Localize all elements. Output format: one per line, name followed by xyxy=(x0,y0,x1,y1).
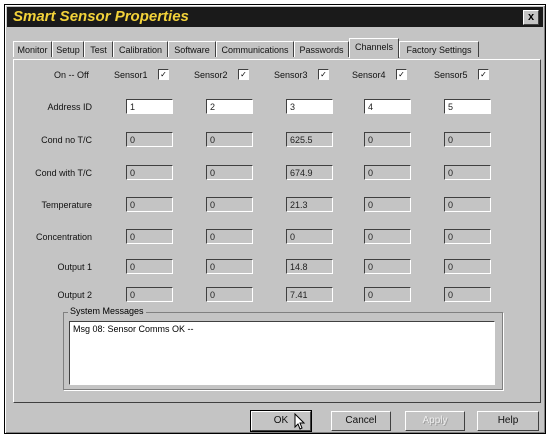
sensor1-temperature-field: 0 xyxy=(126,197,173,212)
sensor4-temperature-field: 0 xyxy=(364,197,411,212)
cond-with-tc-label: Cond with T/C xyxy=(35,168,92,178)
cond-no-tc-label: Cond no T/C xyxy=(41,135,92,145)
sensor2-address-field[interactable]: 2 xyxy=(206,99,253,114)
tab-factory-settings[interactable]: Factory Settings xyxy=(399,41,479,57)
close-button[interactable]: x xyxy=(523,10,539,25)
output2-label: Output 2 xyxy=(57,290,92,300)
tab-setup[interactable]: Setup xyxy=(52,41,84,57)
sensor2-label: Sensor2 xyxy=(194,70,228,80)
help-button[interactable]: Help xyxy=(477,411,539,431)
sensor4-cond-with-tc-field: 0 xyxy=(364,165,411,180)
sensor2-cond-with-tc-field: 0 xyxy=(206,165,253,180)
apply-button[interactable]: Apply xyxy=(405,411,465,431)
sensor2-temperature-field: 0 xyxy=(206,197,253,212)
tab-software[interactable]: Software xyxy=(168,41,216,57)
sensor2-checkbox[interactable]: ✓ xyxy=(238,69,249,80)
sensor3-label: Sensor3 xyxy=(274,70,308,80)
sensor3-cond-with-tc-field: 674.9 xyxy=(286,165,333,180)
sensor5-checkbox[interactable]: ✓ xyxy=(478,69,489,80)
sensor1-output1-field: 0 xyxy=(126,259,173,274)
sensor4-concentration-field: 0 xyxy=(364,229,411,244)
sensor3-temperature-field: 21.3 xyxy=(286,197,333,212)
sensor5-address-field[interactable]: 5 xyxy=(444,99,491,114)
sensor1-cond-with-tc-field: 0 xyxy=(126,165,173,180)
tab-calibration[interactable]: Calibration xyxy=(113,41,168,57)
sensor1-address-field[interactable]: 1 xyxy=(126,99,173,114)
system-messages-group: System Messages Msg 08: Sensor Comms OK … xyxy=(63,306,503,390)
sensor1-label: Sensor1 xyxy=(114,70,148,80)
sensor2-cond-no-tc-field: 0 xyxy=(206,132,253,147)
sensor5-label: Sensor5 xyxy=(434,70,468,80)
sensor4-address-field[interactable]: 4 xyxy=(364,99,411,114)
sensor2-output2-field: 0 xyxy=(206,287,253,302)
tab-test[interactable]: Test xyxy=(84,41,113,57)
tab-communications[interactable]: Communications xyxy=(216,41,294,57)
sensor4-output2-field: 0 xyxy=(364,287,411,302)
mouse-pointer-icon xyxy=(294,413,306,430)
sensor1-output2-field: 0 xyxy=(126,287,173,302)
on-off-label: On -- Off xyxy=(54,70,89,80)
sensor5-output1-field: 0 xyxy=(444,259,491,274)
sensor3-checkbox[interactable]: ✓ xyxy=(318,69,329,80)
concentration-label: Concentration xyxy=(35,232,92,242)
sensor5-cond-no-tc-field: 0 xyxy=(444,132,491,147)
cancel-button[interactable]: Cancel xyxy=(331,411,391,431)
sensor2-output1-field: 0 xyxy=(206,259,253,274)
sensor3-address-field[interactable]: 3 xyxy=(286,99,333,114)
sensor1-checkbox[interactable]: ✓ xyxy=(158,69,169,80)
tab-monitor[interactable]: Monitor xyxy=(13,41,52,57)
sensor4-cond-no-tc-field: 0 xyxy=(364,132,411,147)
address-id-label: Address ID xyxy=(47,102,92,112)
sensor5-concentration-field: 0 xyxy=(444,229,491,244)
sensor5-temperature-field: 0 xyxy=(444,197,491,212)
output1-label: Output 1 xyxy=(57,262,92,272)
sensor3-cond-no-tc-field: 625.5 xyxy=(286,132,333,147)
system-messages-title: System Messages xyxy=(68,306,146,316)
sensor3-concentration-field: 0 xyxy=(286,229,333,244)
channels-panel: On -- Off Sensor1 ✓ Sensor2 ✓ Sensor3 ✓ … xyxy=(13,59,541,403)
sensor3-output1-field: 14.8 xyxy=(286,259,333,274)
sensor5-cond-with-tc-field: 0 xyxy=(444,165,491,180)
sensor4-output1-field: 0 xyxy=(364,259,411,274)
tab-passwords[interactable]: Passwords xyxy=(294,41,349,57)
sensor5-output2-field: 0 xyxy=(444,287,491,302)
sensor4-label: Sensor4 xyxy=(352,70,386,80)
sensor4-checkbox[interactable]: ✓ xyxy=(396,69,407,80)
sensor3-output2-field: 7.41 xyxy=(286,287,333,302)
temperature-label: Temperature xyxy=(41,200,92,210)
title-bar: Smart Sensor Properties x xyxy=(7,7,543,27)
sensor2-concentration-field: 0 xyxy=(206,229,253,244)
smart-sensor-properties-window: Smart Sensor Properties x Monitor Setup … xyxy=(4,4,546,434)
sensor1-cond-no-tc-field: 0 xyxy=(126,132,173,147)
tab-channels[interactable]: Channels xyxy=(349,38,399,58)
sensor1-concentration-field: 0 xyxy=(126,229,173,244)
system-messages-text[interactable]: Msg 08: Sensor Comms OK -- xyxy=(69,321,495,385)
window-title: Smart Sensor Properties xyxy=(13,8,189,25)
